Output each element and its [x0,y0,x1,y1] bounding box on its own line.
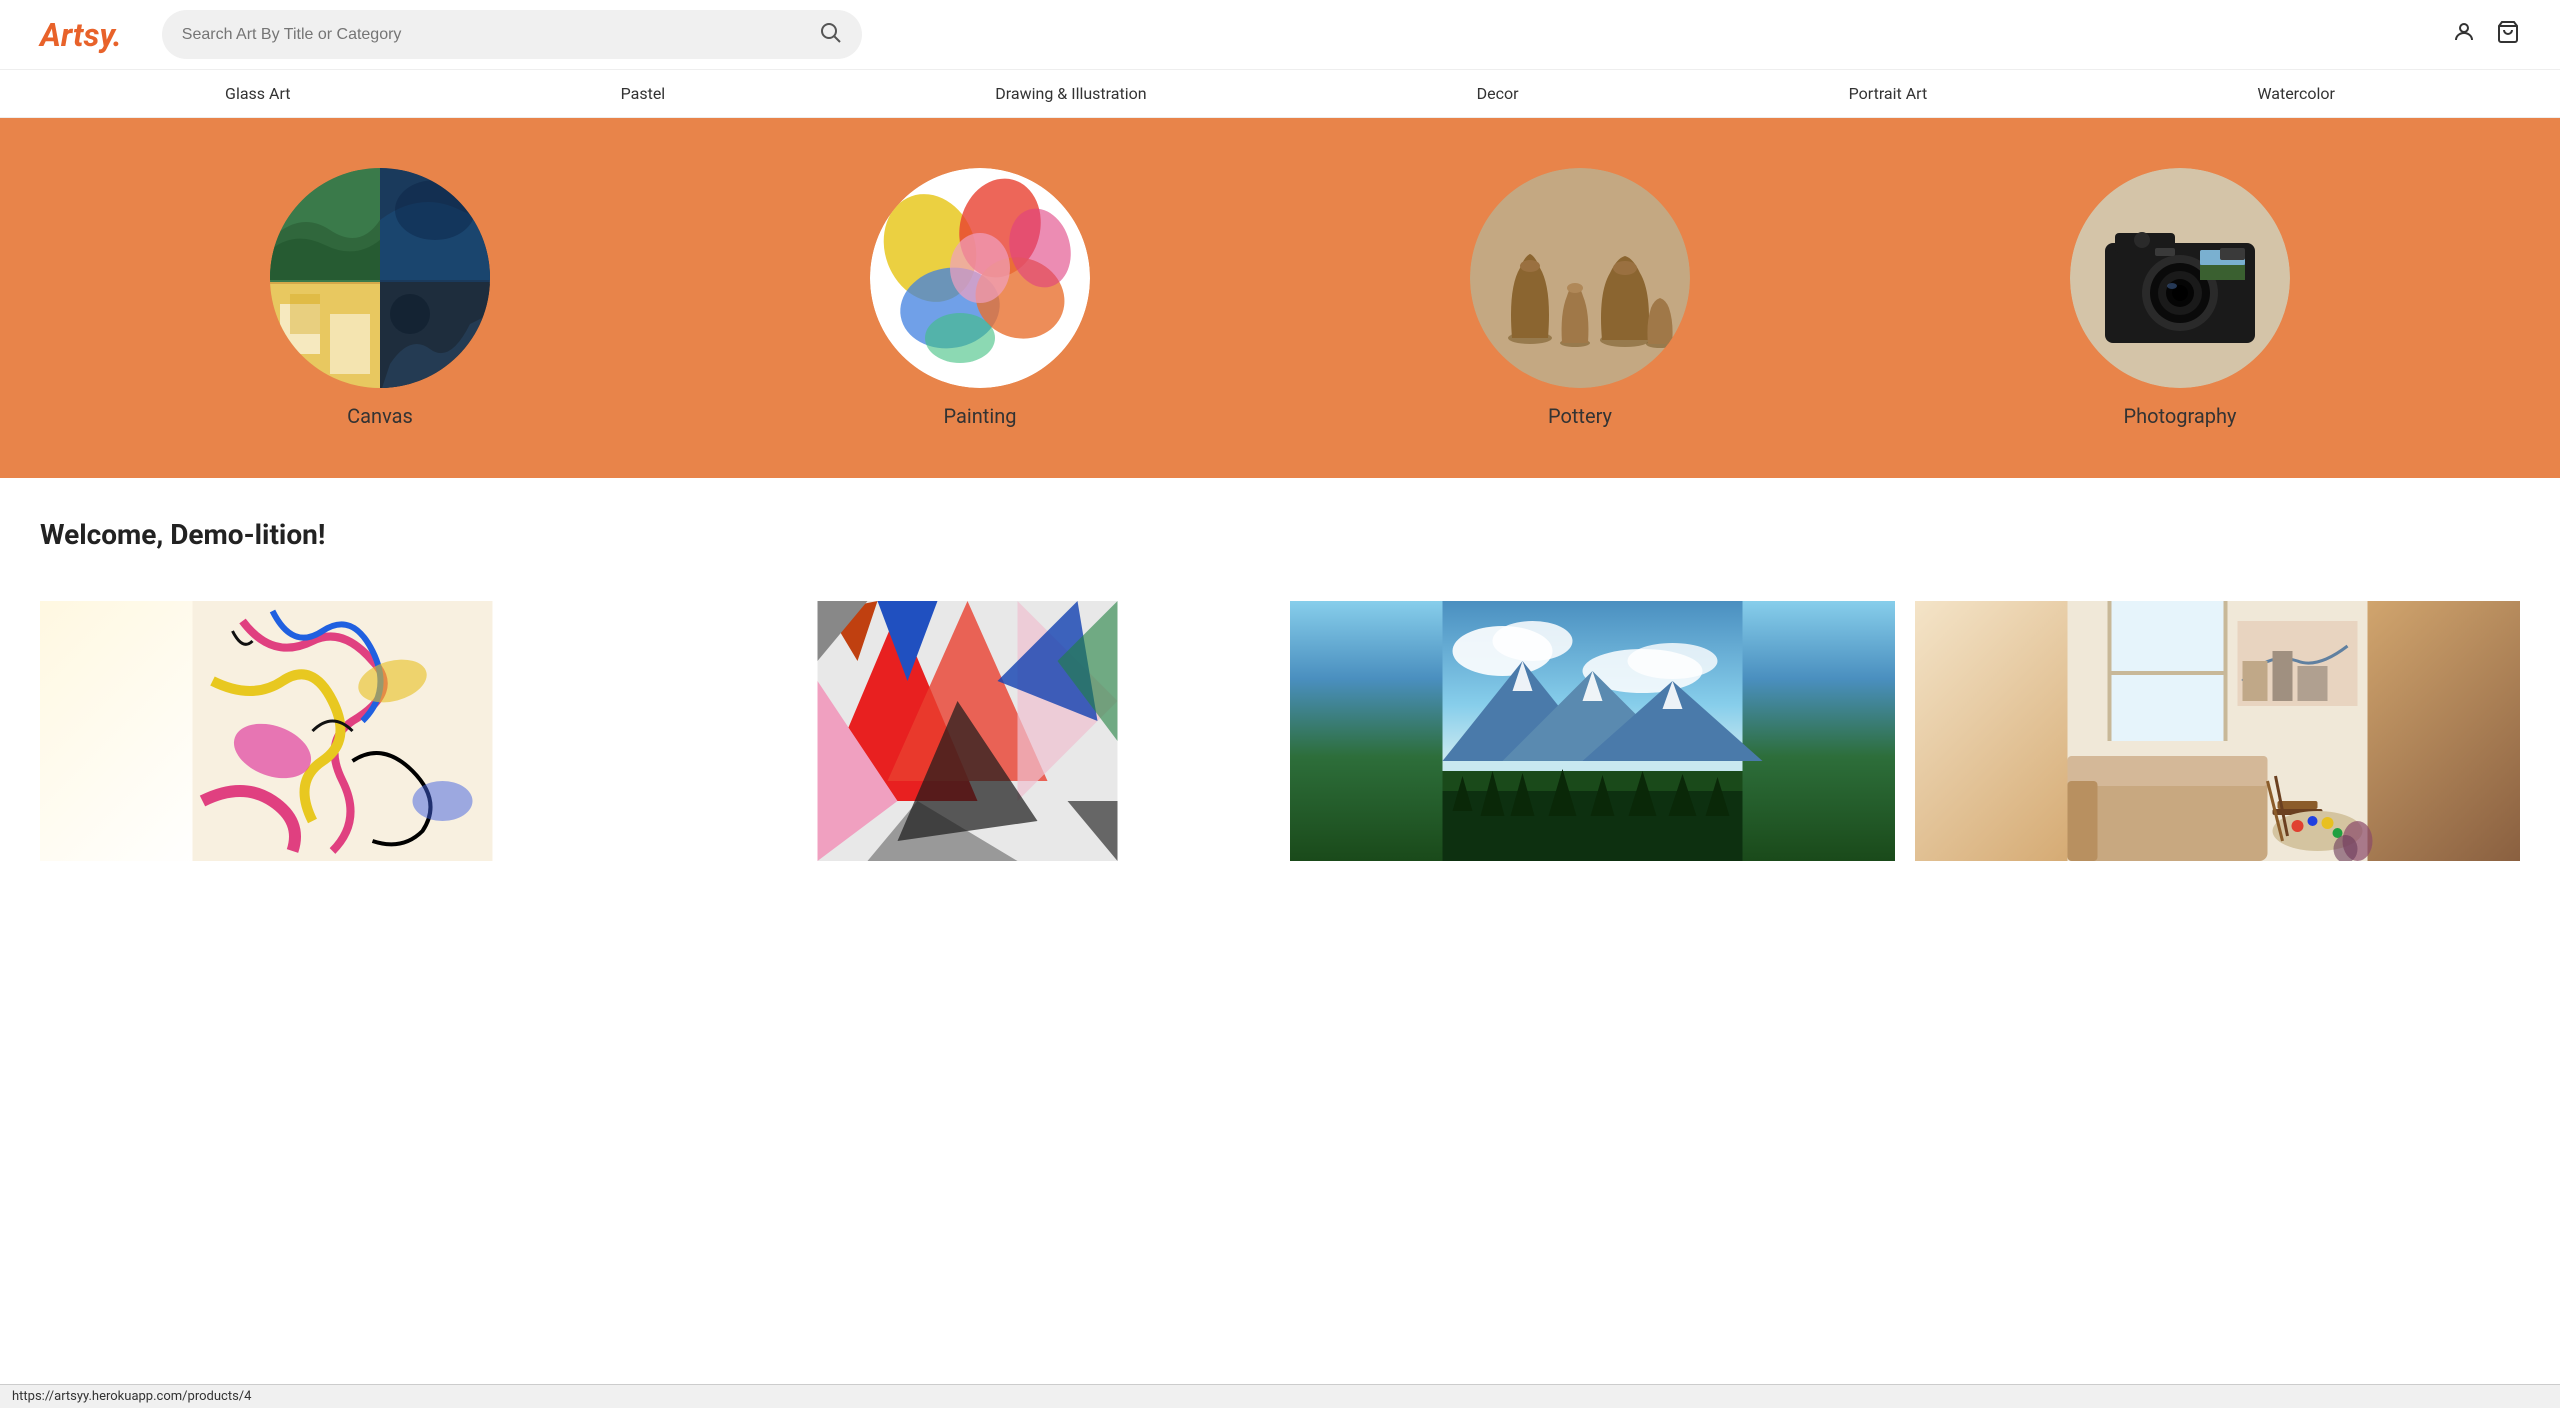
product-image-1 [40,601,645,861]
category-pottery-label: Pottery [1548,404,1612,428]
nav-item-watercolor[interactable]: Watercolor [2257,84,2335,103]
category-canvas-label: Canvas [347,404,413,428]
canvas-quadrant-3 [270,282,380,388]
logo[interactable]: Artsy. [40,16,122,54]
nav: Glass Art Pastel Drawing & Illustration … [0,70,2560,118]
product-card-3[interactable] [1290,601,1895,861]
welcome-title: Welcome, Demo-lition! [40,518,2520,551]
search-bar [162,10,862,59]
category-canvas[interactable]: Canvas [270,168,490,428]
user-icon[interactable] [2452,18,2476,51]
product-card-1[interactable] [40,601,645,861]
status-bar: https://artsyy.herokuapp.com/products/4 [0,1384,2560,1408]
product-card-2[interactable] [665,601,1270,861]
welcome-section: Welcome, Demo-lition! [0,478,2560,601]
category-photography-image [2070,168,2290,388]
category-canvas-image [270,168,490,388]
nav-item-decor[interactable]: Decor [1477,84,1519,103]
cart-icon[interactable] [2496,18,2520,51]
canvas-quadrant-2 [380,168,490,282]
nav-item-pastel[interactable]: Pastel [621,84,666,103]
product-grid [0,601,2560,901]
product-image-4 [1915,601,2520,861]
hero-banner: Canvas Painting [0,118,2560,478]
product-image-2 [665,601,1270,861]
canvas-quadrant-1 [270,168,380,282]
nav-item-glass-art[interactable]: Glass Art [225,84,290,103]
category-photography-label: Photography [2124,404,2237,428]
category-photography[interactable]: Photography [2070,168,2290,428]
category-painting-label: Painting [944,404,1017,428]
header: Artsy. [0,0,2560,70]
nav-item-portrait-art[interactable]: Portrait Art [1849,84,1928,103]
canvas-quadrant-4 [380,282,490,388]
search-input[interactable] [182,26,818,44]
search-icon[interactable] [818,20,842,49]
product-image-3 [1290,601,1895,861]
nav-item-drawing-illustration[interactable]: Drawing & Illustration [995,84,1146,103]
category-painting[interactable]: Painting [870,168,1090,428]
category-painting-image [870,168,1090,388]
status-url: https://artsyy.herokuapp.com/products/4 [12,1389,251,1404]
category-pottery-image [1470,168,1690,388]
header-icons [2452,18,2520,51]
product-card-4[interactable] [1915,601,2520,861]
category-pottery[interactable]: Pottery [1470,168,1690,428]
